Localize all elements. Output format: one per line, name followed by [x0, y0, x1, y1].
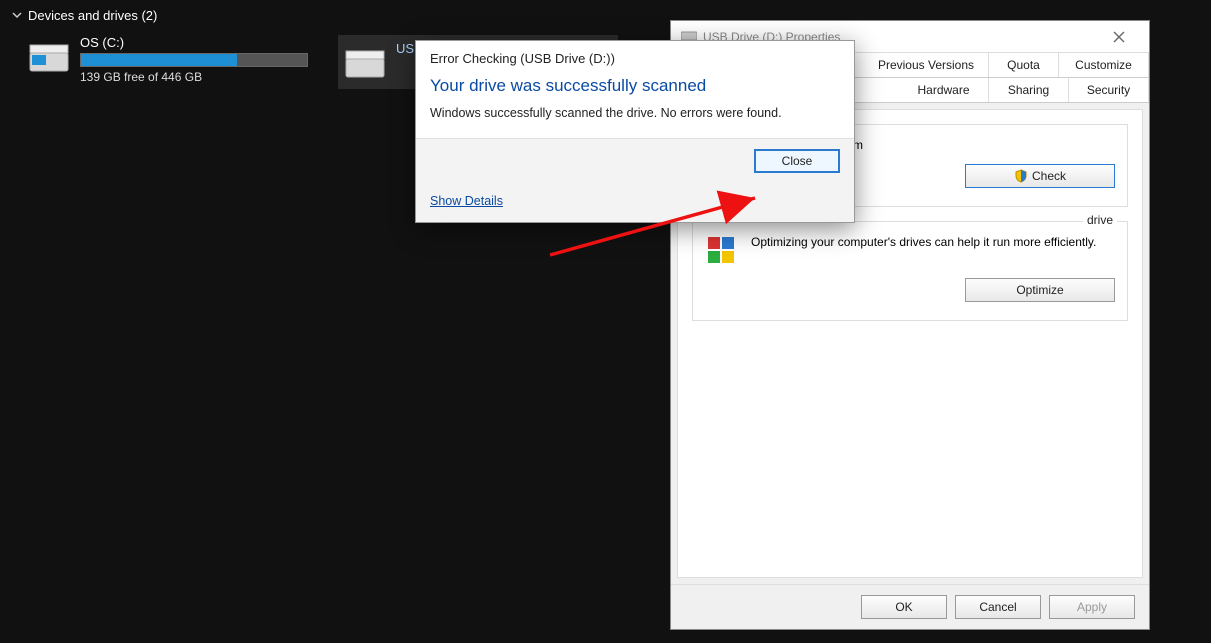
- hdd-icon: [28, 35, 70, 77]
- usage-bar-fill: [81, 54, 237, 66]
- apply-label: Apply: [1077, 600, 1107, 614]
- tab-previous-versions[interactable]: Previous Versions: [864, 53, 989, 77]
- optimize-group-title: drive: [1083, 213, 1117, 227]
- check-button-label: Check: [1032, 169, 1066, 183]
- tab-sharing[interactable]: Sharing: [989, 78, 1069, 102]
- apply-button[interactable]: Apply: [1049, 595, 1135, 619]
- dialog-title: Error Checking (USB Drive (D:)): [416, 41, 854, 66]
- check-button[interactable]: Check: [965, 164, 1115, 188]
- optimize-button-label: Optimize: [1016, 283, 1063, 297]
- tab-security[interactable]: Security: [1069, 78, 1149, 102]
- devices-section-label: Devices and drives (2): [28, 8, 157, 23]
- chevron-down-icon: [12, 8, 22, 23]
- usage-bar: [80, 53, 308, 67]
- close-button[interactable]: Close: [754, 149, 840, 173]
- hdd-icon: [344, 41, 386, 83]
- tab-quota[interactable]: Quota: [989, 53, 1059, 77]
- drive-body: OS (C:) 139 GB free of 446 GB: [80, 35, 308, 84]
- drive-name: OS (C:): [80, 35, 308, 50]
- optimize-group: drive Optimizing your computer's drives …: [692, 221, 1128, 321]
- dialog-footer: Show Details: [416, 183, 854, 222]
- ok-label: OK: [895, 600, 912, 614]
- close-icon[interactable]: [1099, 23, 1139, 51]
- tab-customize[interactable]: Customize: [1059, 53, 1149, 77]
- show-details-link[interactable]: Show Details: [430, 194, 503, 208]
- close-button-label: Close: [782, 154, 813, 168]
- cancel-button[interactable]: Cancel: [955, 595, 1041, 619]
- dialog-heading: Your drive was successfully scanned: [416, 66, 854, 102]
- optimize-button[interactable]: Optimize: [965, 278, 1115, 302]
- cancel-label: Cancel: [979, 600, 1016, 614]
- error-checking-dialog: Error Checking (USB Drive (D:)) Your dri…: [415, 40, 855, 223]
- properties-footer: OK Cancel Apply: [671, 584, 1149, 629]
- dialog-message: Windows successfully scanned the drive. …: [416, 102, 854, 138]
- dialog-actions: Close: [416, 138, 854, 183]
- tab-hardware[interactable]: Hardware: [899, 78, 989, 102]
- optimize-text: Optimizing your computer's drives can he…: [751, 234, 1115, 251]
- ok-button[interactable]: OK: [861, 595, 947, 619]
- shield-icon: [1014, 169, 1028, 183]
- drive-os-c[interactable]: OS (C:) 139 GB free of 446 GB: [28, 35, 308, 89]
- defrag-icon: [705, 234, 739, 268]
- drive-free-text: 139 GB free of 446 GB: [80, 70, 308, 84]
